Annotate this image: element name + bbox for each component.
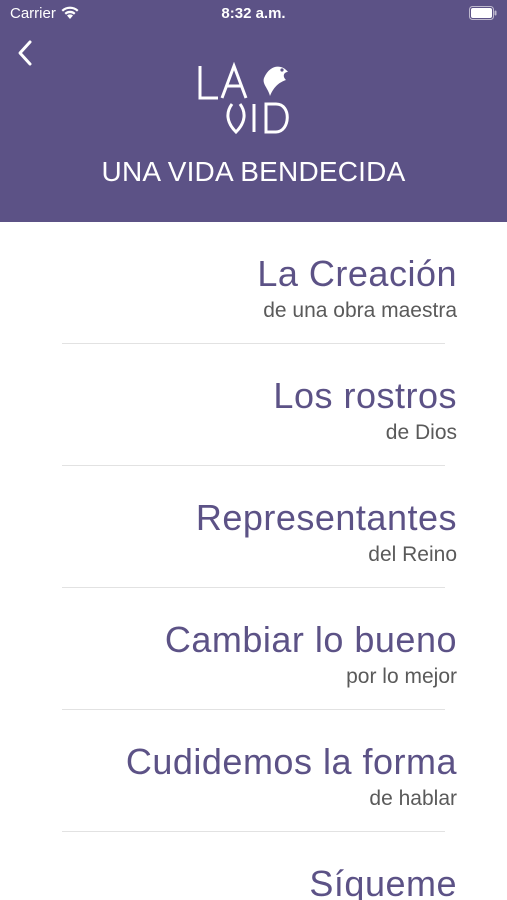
list-item-la-creacion[interactable]: La Creación de una obra maestra (62, 254, 457, 324)
item-title: Cambiar lo bueno (164, 619, 457, 660)
status-time: 8:32 a.m. (221, 5, 286, 22)
item-title: La Creación (257, 253, 457, 294)
item-subtitle: por lo mejor (346, 665, 457, 688)
divider (62, 587, 445, 588)
item-subtitle: de hablar (369, 787, 457, 810)
list-item-representantes[interactable]: Representantes del Reino (62, 498, 457, 568)
item-title: Cudidemos la forma (125, 741, 457, 782)
la-vid-logo (198, 61, 289, 135)
battery-icon (469, 6, 497, 20)
divider (62, 709, 445, 710)
item-title: Síqueme (309, 863, 457, 900)
header-title: UNA VIDA BENDECIDA (101, 156, 406, 187)
item-title: Representantes (195, 497, 457, 538)
item-subtitle: del Reino (368, 543, 457, 566)
divider (62, 343, 445, 344)
list-item-cudidemos-la-forma[interactable]: Cudidemos la forma de hablar (62, 742, 457, 812)
list-item-cambiar-lo-bueno[interactable]: Cambiar lo bueno por lo mejor (62, 620, 457, 690)
list-item-los-rostros[interactable]: Los rostros de Dios (62, 376, 457, 446)
list-item-siqueme[interactable]: Síqueme (62, 864, 457, 900)
divider (62, 831, 445, 832)
app-header: Carrier 8:32 a.m. UNA VIDA BENDECIDA (0, 0, 507, 222)
item-title: Los rostros (273, 375, 457, 416)
divider (62, 465, 445, 466)
status-bar: Carrier 8:32 a.m. (0, 0, 507, 28)
item-subtitle: de una obra maestra (263, 299, 457, 322)
item-subtitle: de Dios (385, 421, 457, 444)
chapter-list: La Creación de una obra maestra Los rost… (0, 222, 507, 900)
back-chevron-icon[interactable] (14, 38, 36, 68)
